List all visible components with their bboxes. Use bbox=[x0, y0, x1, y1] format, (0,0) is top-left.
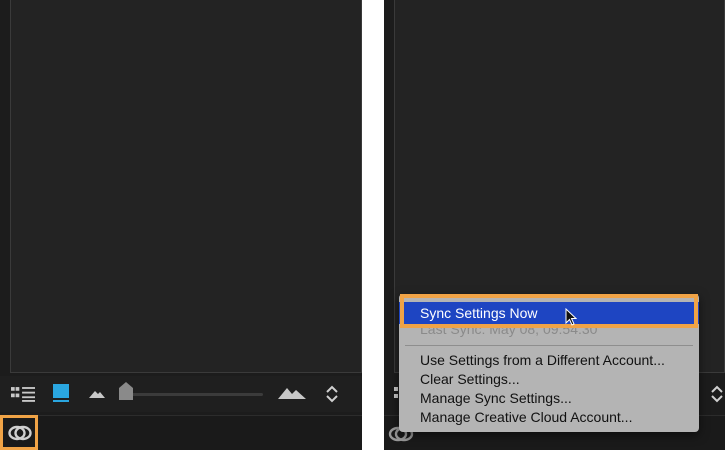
sync-settings-menu: Sync Settings Now Last Sync: May 08, 09:… bbox=[399, 294, 699, 432]
menu-item-manage-sync[interactable]: Manage Sync Settings... bbox=[399, 389, 699, 408]
creative-cloud-icon bbox=[8, 425, 32, 441]
slider-thumb[interactable] bbox=[119, 382, 133, 400]
menu-item-sync-now[interactable]: Sync Settings Now bbox=[399, 302, 699, 324]
view-toolbar bbox=[0, 376, 362, 412]
large-thumbnail-icon[interactable] bbox=[278, 386, 306, 400]
menu-item-manage-cc-account[interactable]: Manage Creative Cloud Account... bbox=[399, 408, 699, 427]
menu-item-use-different-account[interactable]: Use Settings from a Different Account... bbox=[399, 351, 699, 370]
thumbnail-size-slider[interactable] bbox=[126, 393, 263, 396]
grid-view-indicator bbox=[53, 400, 69, 402]
sort-chevrons-icon[interactable] bbox=[710, 384, 724, 404]
content-browser-area bbox=[10, 0, 362, 373]
menu-separator bbox=[405, 345, 693, 346]
list-view-icon[interactable] bbox=[11, 386, 35, 402]
mouse-cursor-icon bbox=[565, 308, 577, 326]
sync-settings-button[interactable] bbox=[0, 415, 38, 450]
sort-chevrons-icon[interactable] bbox=[325, 384, 339, 404]
status-bar bbox=[0, 415, 362, 450]
small-thumbnail-icon[interactable] bbox=[89, 389, 105, 399]
grid-view-icon[interactable] bbox=[53, 384, 69, 398]
menu-item-clear-settings[interactable]: Clear Settings... bbox=[399, 370, 699, 389]
left-panel bbox=[0, 0, 362, 450]
